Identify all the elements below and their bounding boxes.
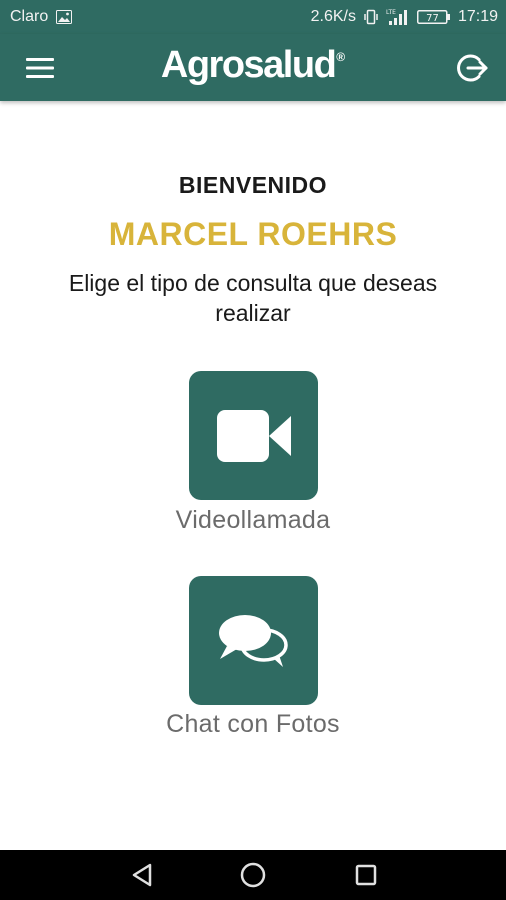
photo-chat-button[interactable] [189, 576, 318, 705]
signal-icon: LTE [386, 8, 410, 26]
app-bar: Agrosalud® [0, 34, 506, 101]
logout-button[interactable] [454, 50, 490, 86]
video-camera-icon [216, 409, 291, 462]
brand-name: Agrosalud [160, 44, 337, 86]
chat-bubbles-icon [218, 614, 288, 667]
network-type-label: LTE [386, 9, 396, 16]
home-button[interactable] [238, 860, 268, 890]
video-call-label[interactable]: Videollamada [0, 506, 506, 535]
home-circle-icon [240, 862, 266, 888]
clock: 17:19 [457, 8, 498, 25]
recents-button[interactable] [351, 860, 381, 890]
user-name: MARCEL ROEHRS [108, 216, 398, 252]
battery-icon: 77 [416, 9, 451, 25]
image-notification-icon [56, 10, 73, 24]
system-navigation-bar [0, 850, 506, 900]
consultation-prompt: Elige el tipo de consulta que deseas rea… [68, 270, 438, 326]
app-logo: Agrosalud® [0, 44, 506, 87]
network-speed: 2.6K/s [310, 8, 356, 25]
video-call-button[interactable] [189, 371, 318, 500]
welcome-heading: BIENVENIDO [178, 172, 328, 198]
recents-square-icon [355, 864, 377, 886]
back-triangle-icon [132, 863, 152, 887]
back-button[interactable] [127, 860, 157, 890]
vibrate-icon [363, 9, 379, 25]
status-bar: Claro 2.6K/s LTE 77 17:19 [0, 0, 506, 34]
registered-mark: ® [336, 50, 346, 64]
photo-chat-label[interactable]: Chat con Fotos [0, 710, 506, 739]
battery-level: 77 [426, 13, 439, 24]
logout-icon [457, 54, 488, 82]
carrier-label: Claro [10, 8, 49, 25]
